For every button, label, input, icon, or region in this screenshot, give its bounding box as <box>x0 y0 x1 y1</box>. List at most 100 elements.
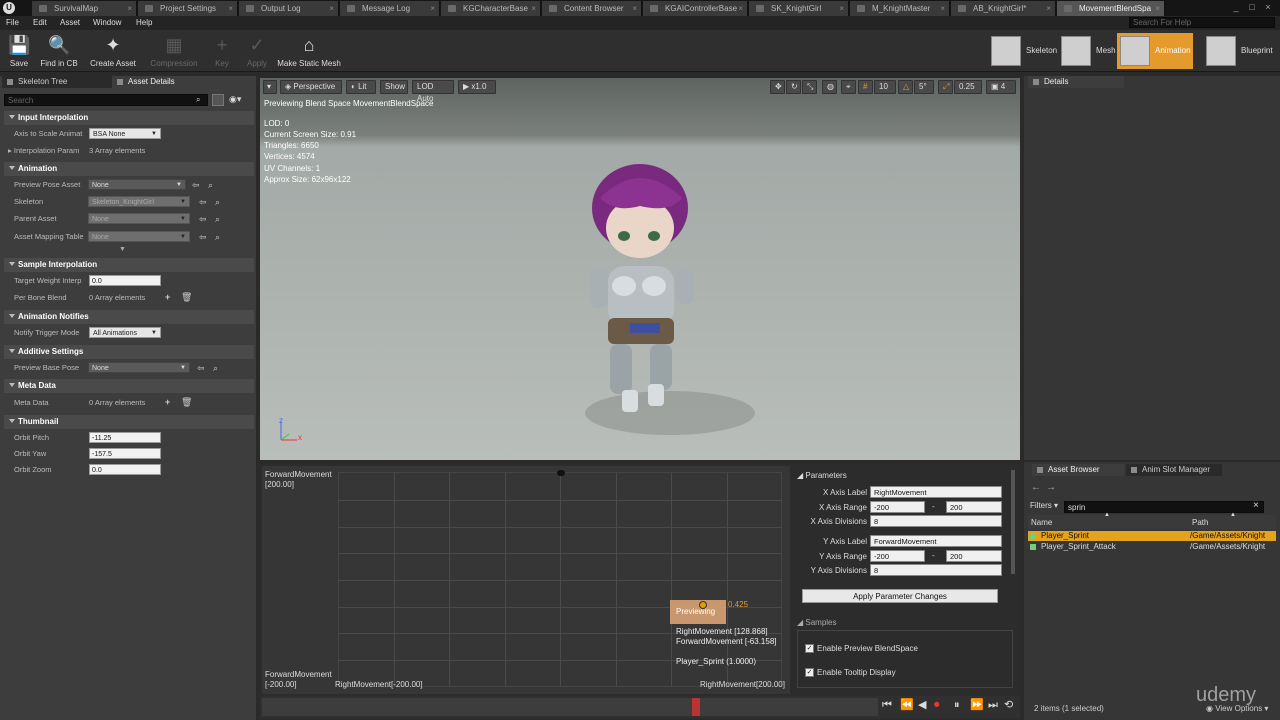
playback-speed-button[interactable]: ▶ x1.0 <box>458 80 496 94</box>
use-selected-arrow-icon[interactable]: ⇦ <box>199 196 207 208</box>
target-weight-input[interactable]: 0.0 <box>89 275 161 286</box>
translate-tool-icon[interactable]: ✥ <box>770 80 785 94</box>
rotation-snap-icon[interactable]: △ <box>898 80 913 94</box>
orbit-zoom-input[interactable]: 0.0 <box>89 464 161 475</box>
add-element-icon[interactable]: + <box>165 396 170 408</box>
browse-icon[interactable]: ⌕ <box>215 231 220 243</box>
close-icon[interactable]: × <box>329 1 334 16</box>
category-meta-data[interactable]: Meta Data <box>4 379 254 393</box>
notify-mode-combo[interactable]: All Animations ▼ <box>89 327 161 338</box>
category-additive-settings[interactable]: Additive Settings <box>4 345 254 359</box>
browse-icon[interactable]: ⌕ <box>215 196 220 208</box>
eye-icon[interactable]: ◉▾ <box>229 94 241 105</box>
menu-edit[interactable]: Edit <box>33 18 47 27</box>
axis-scale-combo[interactable]: BSA None ▼ <box>89 128 161 139</box>
grid-snap-value[interactable]: 10 <box>874 80 896 94</box>
find-in-cb-button[interactable]: 🔍 Find in CB <box>38 32 80 70</box>
category-input-interpolation[interactable]: Input Interpolation <box>4 111 254 125</box>
close-icon[interactable]: × <box>839 1 844 16</box>
trash-icon[interactable]: 🗑 <box>181 396 192 408</box>
camera-speed-icon[interactable]: ▣ 4 <box>986 80 1016 94</box>
use-selected-arrow-icon[interactable]: ⇦ <box>192 179 200 191</box>
asset-row-selected[interactable]: Player_Sprint /Game/Assets/Knight <box>1028 531 1276 541</box>
parameters-header[interactable]: ◢ Parameters <box>797 471 847 480</box>
rotation-snap-value[interactable]: 5° <box>914 80 934 94</box>
y-axis-divisions-input[interactable]: 8 <box>870 564 1002 576</box>
x-axis-label-input[interactable]: RightMovement <box>870 486 1002 498</box>
skip-start-icon[interactable]: ⏮ <box>882 698 892 712</box>
step-back-icon[interactable]: ⏪ <box>900 698 914 712</box>
menu-help[interactable]: Help <box>136 18 152 27</box>
blendspace-grid-area[interactable] <box>338 470 782 687</box>
grid-snap-icon[interactable]: # <box>858 80 873 94</box>
maximize-icon[interactable]: □ <box>1246 2 1258 13</box>
close-icon[interactable]: × <box>1046 1 1051 16</box>
y-axis-min-input[interactable]: -200 <box>870 550 925 562</box>
close-icon[interactable]: × <box>127 1 132 16</box>
interp-param-label[interactable]: ▸ Interpolation Param <box>8 145 79 157</box>
tab-output-log[interactable]: Output Log × <box>239 1 339 16</box>
use-selected-arrow-icon[interactable]: ⇦ <box>197 362 205 374</box>
samples-header[interactable]: ◢ Samples <box>797 618 837 627</box>
menu-file[interactable]: File <box>6 18 19 27</box>
help-search-input[interactable]: Search For Help <box>1129 17 1275 28</box>
mode-animation-button[interactable]: Animation <box>1117 33 1193 69</box>
expand-advanced-icon[interactable]: ▼ <box>119 246 126 253</box>
skeleton-combo[interactable]: Skeleton_KnightGirl ▼ <box>88 196 190 207</box>
menu-window[interactable]: Window <box>93 18 121 27</box>
loop-icon[interactable]: ⟲ <box>1004 698 1013 712</box>
scale-snap-value[interactable]: 0.25 <box>954 80 982 94</box>
use-selected-arrow-icon[interactable]: ⇦ <box>199 231 207 243</box>
tab-skeleton-tree[interactable]: Skeleton Tree <box>2 76 112 88</box>
browse-icon[interactable]: ⌕ <box>215 213 220 225</box>
lit-button[interactable]: ◐ Lit <box>346 80 376 94</box>
enable-tooltip-checkbox[interactable]: ✓ <box>805 668 814 677</box>
lod-button[interactable]: LOD Auto <box>412 80 454 103</box>
close-icon[interactable]: × <box>430 1 435 16</box>
tab-sk-knightgirl[interactable]: SK_KnightGirl × <box>749 1 849 16</box>
apply-button[interactable]: ✓ Apply <box>242 32 272 70</box>
viewport-options-button[interactable]: ▾ <box>263 80 277 94</box>
tab-survivalmap[interactable]: SurvivalMap × <box>32 1 137 16</box>
browse-icon[interactable]: ⌕ <box>213 362 218 374</box>
close-icon[interactable]: × <box>1155 1 1160 16</box>
mode-blueprint-button[interactable]: Blueprint <box>1203 33 1277 69</box>
close-window-icon[interactable]: × <box>1262 2 1274 13</box>
perspective-button[interactable]: ◈ Perspective <box>280 80 342 94</box>
pause-icon[interactable]: ⏸ <box>954 698 960 712</box>
trash-icon[interactable]: 🗑 <box>181 291 192 303</box>
timeline-track[interactable] <box>262 698 878 716</box>
make-static-mesh-button[interactable]: ⌂ Make Static Mesh <box>276 32 342 70</box>
tab-project-settings[interactable]: Project Settings × <box>138 1 238 16</box>
sample-point-top[interactable] <box>557 470 565 476</box>
preview-pose-combo[interactable]: None ▼ <box>88 179 186 190</box>
tab-asset-details[interactable]: Asset Details <box>112 76 204 88</box>
view-grid-icon[interactable] <box>212 94 224 106</box>
play-reverse-icon[interactable]: ◀ <box>918 698 926 712</box>
timeline-scrubber[interactable] <box>692 698 700 716</box>
rotate-tool-icon[interactable]: ↻ <box>786 80 801 94</box>
close-icon[interactable]: × <box>632 1 637 16</box>
minimize-icon[interactable]: _ <box>1230 2 1242 13</box>
category-sample-interpolation[interactable]: Sample Interpolation <box>4 258 254 272</box>
tab-ab-knightgirl[interactable]: AB_KnightGirl* × <box>951 1 1056 16</box>
parameters-scrollbar[interactable] <box>1011 470 1015 574</box>
tab-anim-slot-manager[interactable]: Anim Slot Manager <box>1126 464 1222 476</box>
show-button[interactable]: Show <box>380 80 408 94</box>
forward-arrow-icon[interactable]: → <box>1046 482 1056 493</box>
category-animation[interactable]: Animation <box>4 162 254 176</box>
create-asset-button[interactable]: ✦ Create Asset <box>86 32 140 70</box>
add-element-icon[interactable]: + <box>165 291 170 303</box>
preview-base-combo[interactable]: None ▼ <box>88 362 190 373</box>
menu-asset[interactable]: Asset <box>60 18 80 27</box>
column-path-header[interactable]: Path <box>1192 518 1208 527</box>
x-axis-min-input[interactable]: -200 <box>870 501 925 513</box>
parent-asset-combo[interactable]: None ▼ <box>88 213 190 224</box>
asset-row[interactable]: Player_Sprint_Attack /Game/Assets/Knight <box>1028 542 1276 552</box>
column-name-header[interactable]: Name <box>1031 518 1052 527</box>
close-icon[interactable]: × <box>738 1 743 16</box>
asset-mapping-combo[interactable]: None ▼ <box>88 231 190 242</box>
tab-m-knightmaster[interactable]: M_KnightMaster × <box>850 1 950 16</box>
preview-marker-icon[interactable] <box>699 601 707 609</box>
y-axis-label-input[interactable]: ForwardMovement <box>870 535 1002 547</box>
